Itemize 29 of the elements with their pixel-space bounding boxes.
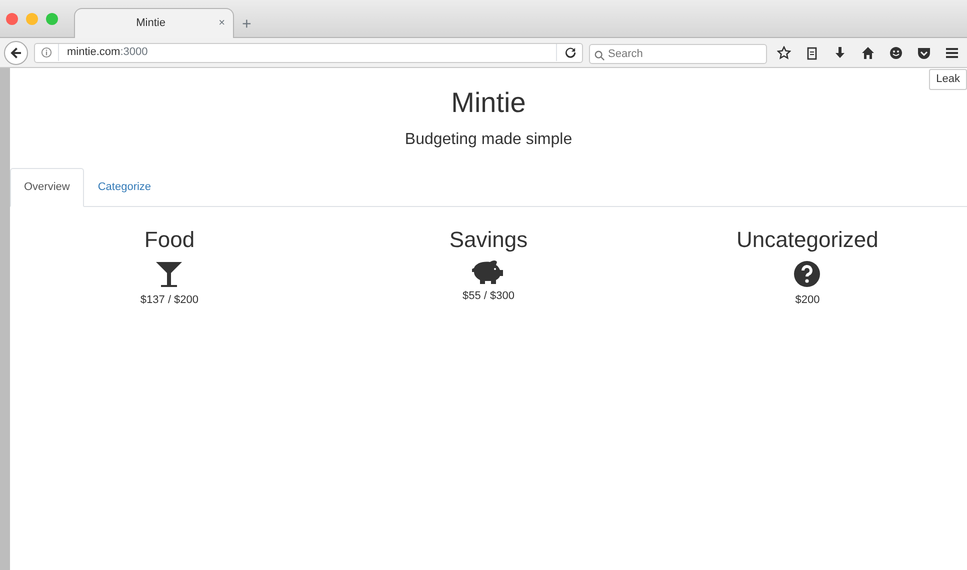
tab-close-button[interactable]: × — [218, 15, 225, 32]
category-title: Uncategorized — [736, 226, 878, 254]
info-icon — [41, 47, 52, 58]
search-field[interactable]: Search — [589, 44, 767, 64]
back-button[interactable] — [4, 40, 28, 64]
bookmark-star-icon[interactable] — [777, 46, 791, 60]
download-icon[interactable] — [833, 46, 847, 60]
address-bar[interactable]: mintie.com:3000 — [34, 42, 583, 62]
smiley-icon[interactable] — [889, 46, 903, 60]
back-arrow-icon — [10, 46, 22, 58]
page-title: Mintie — [450, 86, 527, 120]
page-subtitle: Budgeting made simple — [404, 130, 574, 150]
cocktail-glass-icon — [155, 260, 184, 288]
budget-amount: $55 / $300 — [462, 288, 514, 304]
home-icon[interactable] — [861, 46, 875, 60]
pocket-icon[interactable] — [917, 46, 931, 60]
menu-icon[interactable] — [945, 46, 959, 60]
page-tab[interactable]: Overview — [10, 168, 84, 206]
clipboard-icon[interactable] — [805, 46, 819, 60]
budget-amount: $137 / $200 — [140, 292, 199, 308]
reload-icon[interactable] — [565, 46, 576, 58]
budget-amount: $200 — [795, 292, 820, 308]
category-title: Savings — [449, 226, 528, 254]
browser-tab[interactable]: Mintie × — [74, 8, 234, 38]
piggy-bank-icon — [471, 260, 506, 284]
question-circle-icon — [793, 260, 822, 288]
category-title: Food — [144, 226, 195, 254]
tooltip: Leak — [929, 69, 967, 90]
page-tab[interactable]: Categorize — [84, 168, 166, 206]
